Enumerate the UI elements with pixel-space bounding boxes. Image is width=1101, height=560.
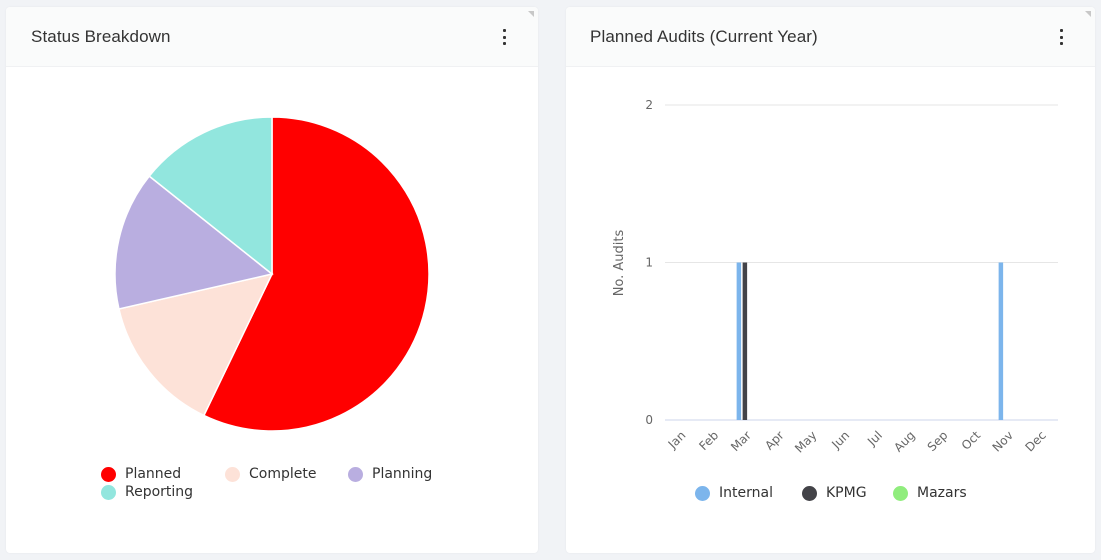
- x-tick-label: Dec: [1022, 428, 1048, 454]
- legend-marker-icon: [101, 484, 116, 500]
- resize-handle-icon[interactable]: [528, 11, 534, 17]
- x-tick-label: Jul: [864, 428, 885, 449]
- legend-label: Planning: [372, 466, 433, 482]
- legend-marker-icon: [893, 485, 908, 501]
- bar-internal-mar[interactable]: [736, 262, 742, 421]
- panel-header: Planned Audits (Current Year): [566, 7, 1095, 67]
- kebab-menu-icon[interactable]: [500, 29, 508, 45]
- x-tick-label: Oct: [959, 428, 984, 453]
- legend-marker-icon: [225, 466, 240, 482]
- status-breakdown-panel: Status Breakdown Planned Complete Planning…: [6, 7, 538, 553]
- y-tick-label: 2: [645, 98, 653, 112]
- legend-item-planning[interactable]: Planning: [348, 466, 432, 482]
- legend-marker-icon: [802, 485, 817, 501]
- bar-internal-nov[interactable]: [998, 262, 1004, 421]
- kebab-menu-icon[interactable]: [1057, 29, 1065, 45]
- bar-chart: 0 1 2 No. Audits Jan Feb Mar Apr May Jun Jul Aug Sep…: [612, 98, 1058, 456]
- legend-item-reporting[interactable]: Reporting: [101, 484, 193, 500]
- legend-label: KPMG: [826, 485, 867, 501]
- legend-item-internal[interactable]: Internal: [695, 485, 773, 501]
- x-tick-label: Jun: [828, 428, 852, 452]
- legend-item-mazars[interactable]: Mazars: [893, 485, 967, 501]
- legend-label: Planned: [125, 466, 182, 482]
- x-tick-label: Jan: [665, 428, 689, 452]
- legend-marker-icon: [348, 466, 363, 482]
- planned-audits-panel: Planned Audits (Current Year) 0 1 2 No. Aud…: [566, 7, 1095, 553]
- legend-item-planned[interactable]: Planned: [101, 466, 181, 482]
- legend-label: Complete: [249, 466, 317, 482]
- panel-title: Planned Audits (Current Year): [590, 27, 818, 46]
- y-axis-title: No. Audits: [612, 229, 627, 296]
- x-tick-label: Nov: [990, 428, 1016, 454]
- legend-label: Mazars: [917, 485, 967, 501]
- panel-header: Status Breakdown: [6, 7, 538, 67]
- legend-label: Reporting: [125, 484, 194, 500]
- x-tick-label: May: [792, 428, 819, 455]
- x-tick-label: Aug: [891, 428, 917, 454]
- legend-marker-icon: [695, 485, 710, 501]
- legend-marker-icon: [101, 466, 116, 482]
- y-tick-label: 0: [645, 413, 653, 427]
- resize-handle-icon[interactable]: [1085, 11, 1091, 17]
- bar-kpmg-mar[interactable]: [742, 262, 748, 421]
- legend-item-kpmg[interactable]: KPMG: [802, 485, 867, 501]
- panel-title: Status Breakdown: [31, 27, 171, 46]
- legend-label: Internal: [719, 485, 773, 501]
- x-tick-label: Feb: [696, 428, 721, 453]
- legend-item-complete[interactable]: Complete: [225, 466, 316, 482]
- x-tick-label: Apr: [762, 428, 787, 453]
- y-tick-label: 1: [645, 256, 653, 270]
- x-tick-label: Sep: [925, 428, 951, 454]
- x-tick-label: Mar: [728, 428, 754, 454]
